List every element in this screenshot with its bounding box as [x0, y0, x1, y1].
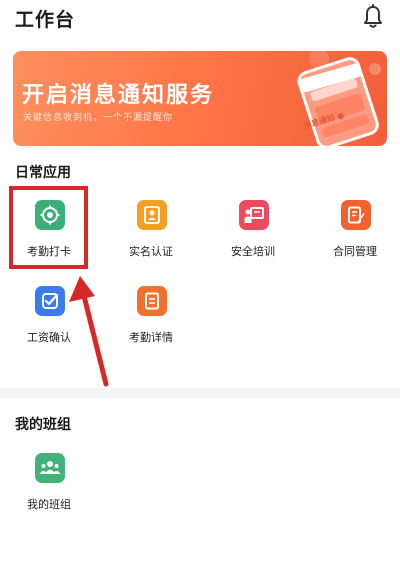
app-label: 考勤详情 — [129, 331, 173, 344]
check-icon — [35, 286, 65, 316]
contract-icon — [341, 200, 371, 230]
app-label: 安全培训 — [231, 245, 275, 258]
daily-apps-title: 日常应用 — [15, 165, 71, 181]
banner-subtitle: 关键信息收到机，一个不漏提醒你 — [23, 113, 174, 123]
page-title: 工作台 — [15, 9, 76, 31]
app-label: 工资确认 — [27, 331, 71, 344]
app-label: 我的班组 — [27, 498, 71, 511]
app-safety-training[interactable]: 安全培训 — [213, 196, 293, 266]
group-icon — [35, 453, 65, 483]
bell-icon[interactable] — [361, 4, 385, 30]
team-section-title: 我的班组 — [15, 417, 71, 433]
app-real-name-auth[interactable]: 实名认证 — [111, 196, 191, 266]
app-attendance-details[interactable]: 考勤详情 — [111, 282, 191, 352]
highlight-box — [9, 186, 88, 269]
app-label: 实名认证 — [129, 245, 173, 258]
app-label: 合同管理 — [333, 245, 377, 258]
app-salary-confirm[interactable]: 工资确认 — [9, 282, 89, 352]
document-icon — [137, 286, 167, 316]
id-card-icon — [137, 200, 167, 230]
training-icon — [239, 200, 269, 230]
app-my-team[interactable]: 我的班组 — [9, 449, 89, 519]
section-divider — [0, 388, 400, 398]
banner-title: 开启消息通知服务 — [22, 83, 215, 108]
notification-banner[interactable]: 开启消息通知服务 关键信息收到机，一个不漏提醒你 消息通知 ● — [13, 51, 387, 146]
app-contract-management[interactable]: 合同管理 — [315, 196, 395, 266]
phone-illustration-icon — [297, 51, 381, 146]
header: 工作台 — [0, 0, 400, 38]
